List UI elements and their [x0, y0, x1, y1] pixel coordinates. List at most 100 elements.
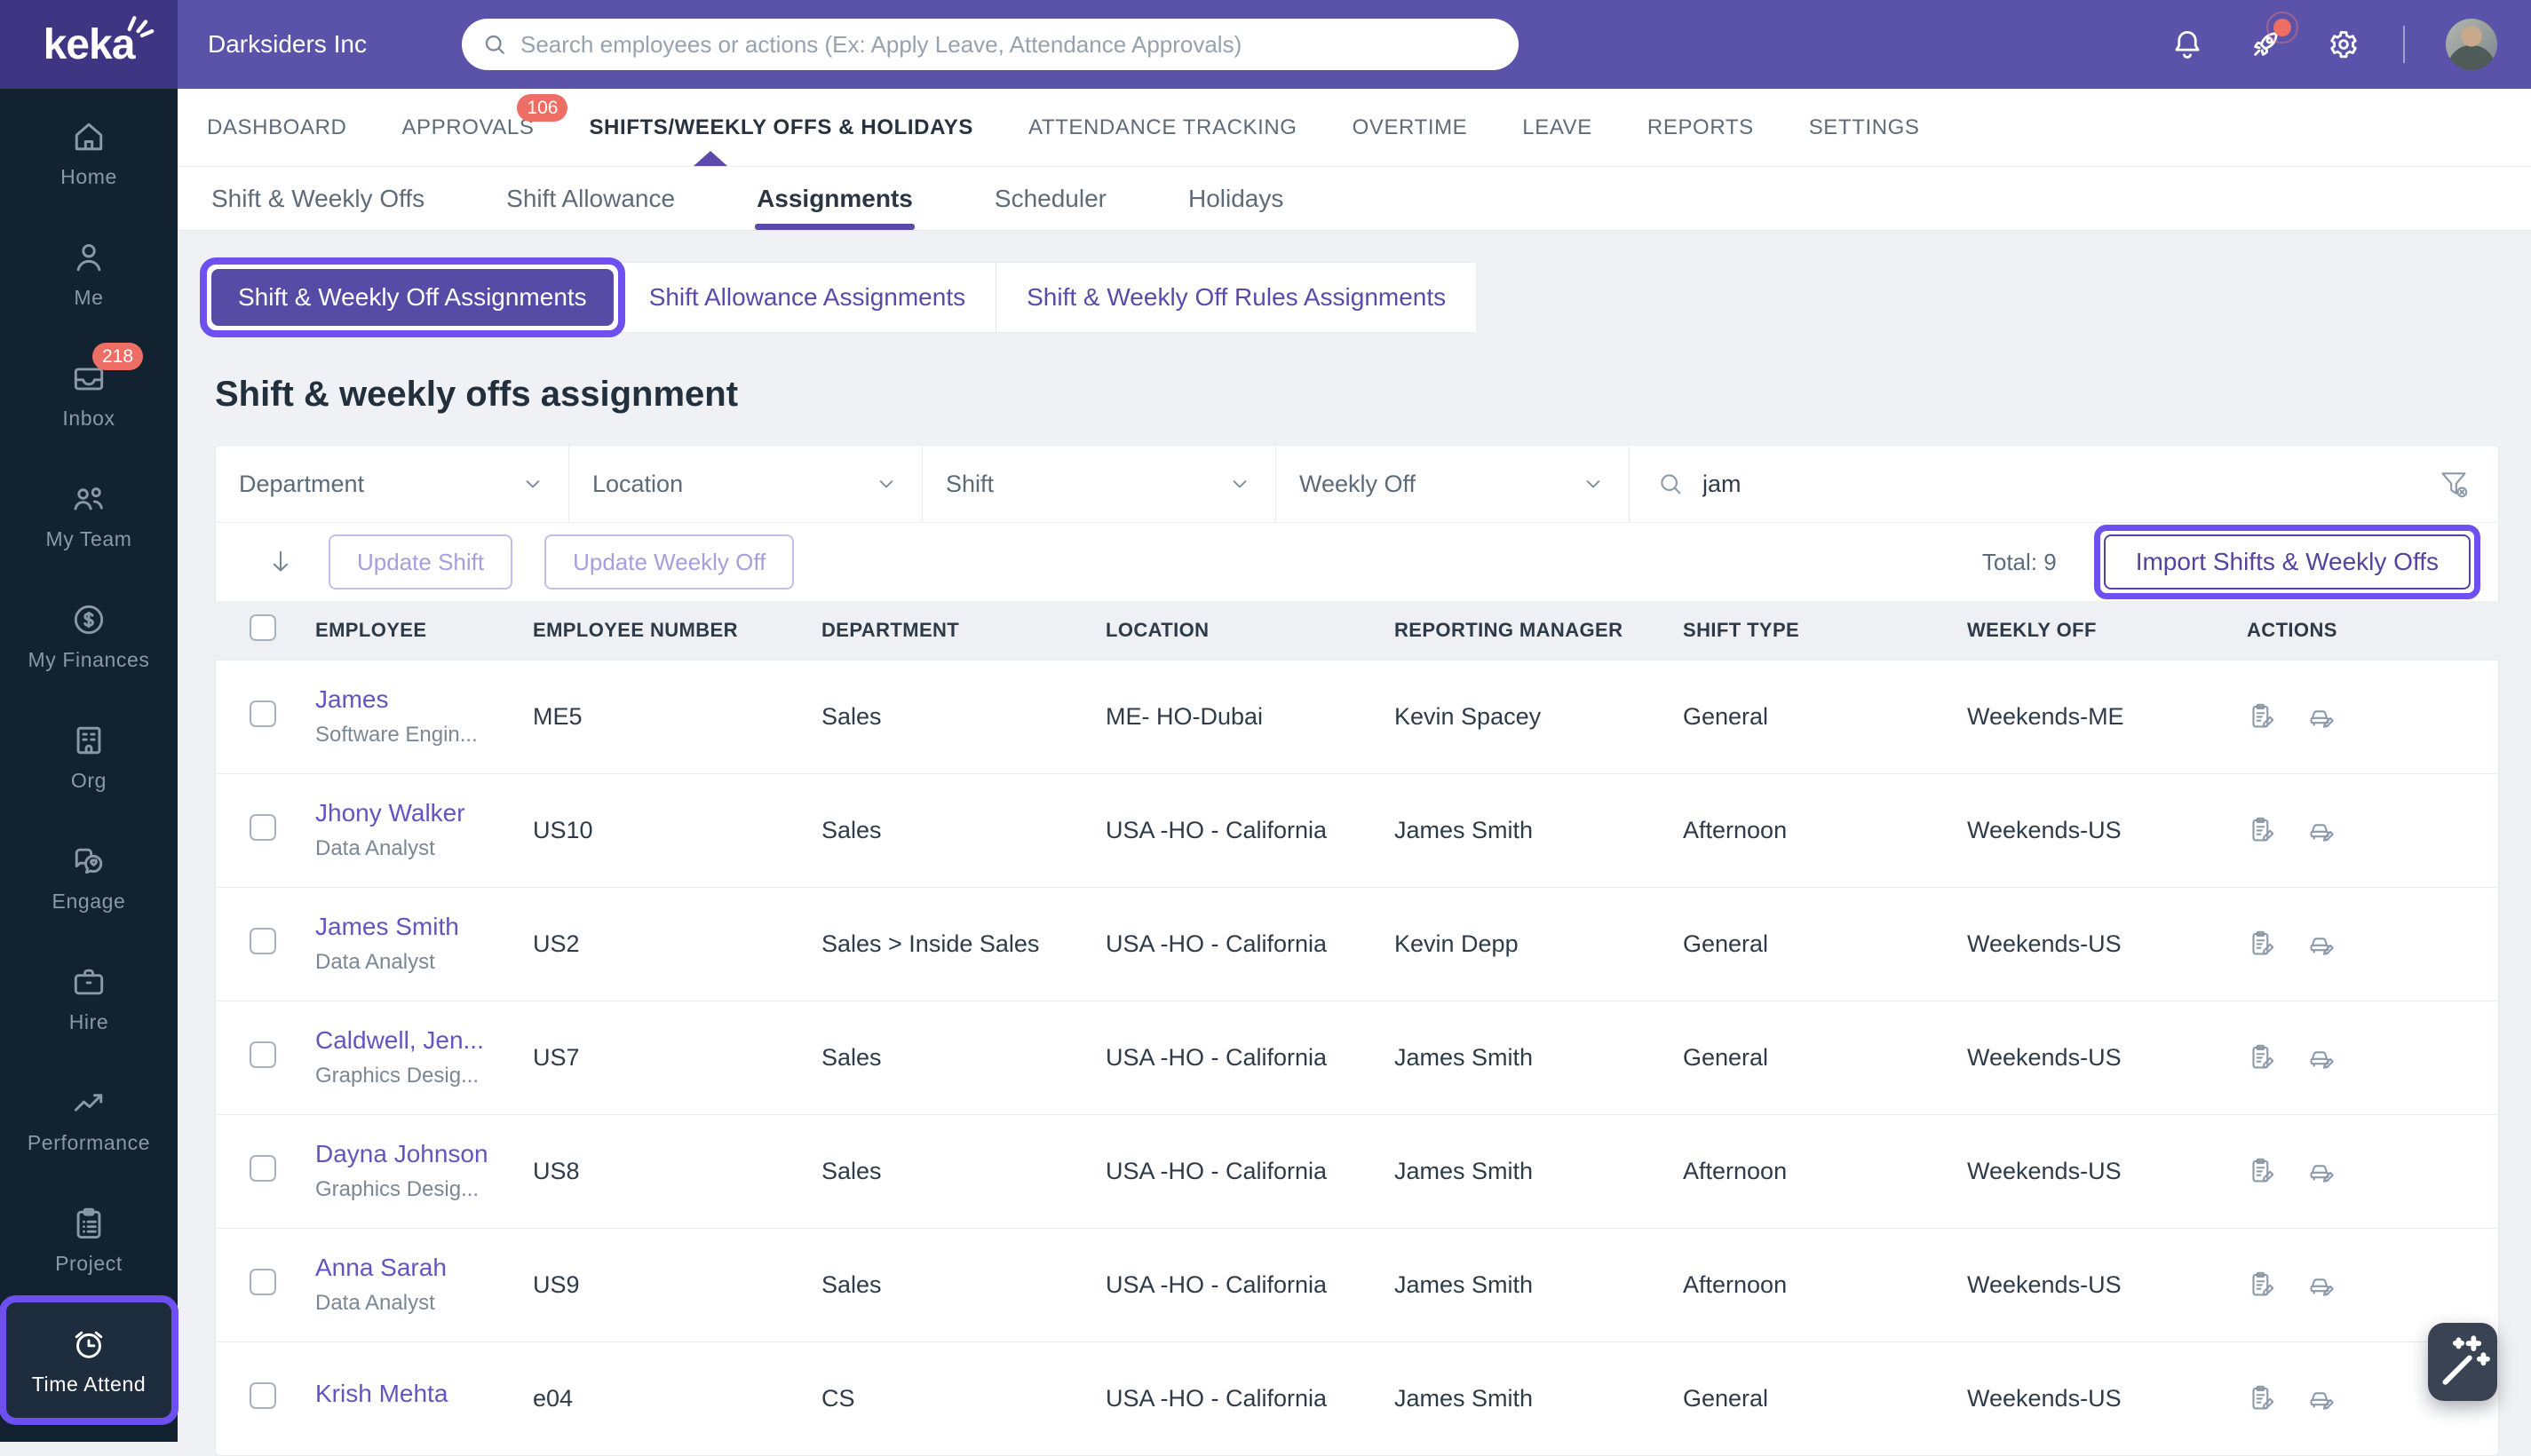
- sidebar-item-my-finances[interactable]: My Finances: [0, 575, 178, 696]
- department-cell: Sales: [800, 1114, 1084, 1228]
- row-checkbox[interactable]: [250, 1382, 276, 1409]
- row-checkbox[interactable]: [250, 700, 276, 727]
- ai-assistant-button[interactable]: [2428, 1323, 2497, 1401]
- assignments-card: Department Location Shift Weekly Off: [215, 445, 2499, 1456]
- global-search-input[interactable]: [462, 19, 1519, 70]
- sidebar-item-project[interactable]: Project: [0, 1179, 178, 1300]
- table-row: James Smith Data Analyst US2 Sales > Ins…: [216, 887, 2499, 1001]
- department-cell: Sales: [800, 1001, 1084, 1114]
- edit-shift-icon[interactable]: [2247, 1155, 2279, 1187]
- row-checkbox[interactable]: [250, 1269, 276, 1295]
- employee-name-link[interactable]: Dayna Johnson: [315, 1140, 512, 1168]
- tab-attendance-tracking[interactable]: ATTENDANCE TRACKING: [1028, 89, 1297, 166]
- sidebar-nav: Home Me 218 Inbox My Team My Finances Or…: [0, 89, 178, 1442]
- edit-weekly-off-icon[interactable]: [2305, 700, 2337, 732]
- whats-new-rocket-icon[interactable]: [2247, 26, 2284, 63]
- shift-filter-dropdown[interactable]: Shift: [923, 446, 1276, 522]
- location-filter-dropdown[interactable]: Location: [569, 446, 923, 522]
- tab-approvals[interactable]: APPROVALS106: [401, 89, 534, 166]
- sidebar-item-org[interactable]: Org: [0, 696, 178, 817]
- update-weekly-off-button[interactable]: Update Weekly Off: [544, 534, 794, 590]
- edit-weekly-off-icon[interactable]: [2305, 928, 2337, 960]
- row-checkbox[interactable]: [250, 1155, 276, 1182]
- page-title: Shift & weekly offs assignment: [215, 375, 2531, 415]
- sidebar-item-me[interactable]: Me: [0, 213, 178, 334]
- subtab-scheduler[interactable]: Scheduler: [995, 167, 1107, 230]
- row-checkbox[interactable]: [250, 814, 276, 841]
- company-name: Darksiders Inc: [208, 30, 430, 59]
- employee-name-link[interactable]: James Smith: [315, 913, 512, 941]
- user-avatar[interactable]: [2446, 19, 2497, 70]
- employee-name-link[interactable]: Caldwell, Jen...: [315, 1026, 512, 1055]
- row-checkbox[interactable]: [250, 928, 276, 954]
- tab-dashboard[interactable]: DASHBOARD: [207, 89, 346, 166]
- edit-shift-icon[interactable]: [2247, 1269, 2279, 1301]
- edit-weekly-off-icon[interactable]: [2305, 1041, 2337, 1073]
- weekly-off-filter-dropdown[interactable]: Weekly Off: [1276, 446, 1630, 522]
- app-header: keka Darksiders Inc: [0, 0, 2531, 89]
- chevron-down-icon: [1581, 471, 1606, 496]
- edit-weekly-off-icon[interactable]: [2305, 814, 2337, 846]
- edit-weekly-off-icon[interactable]: [2305, 1269, 2337, 1301]
- keka-logo[interactable]: keka: [0, 0, 178, 89]
- tab-shifts-weekly-offs-holidays[interactable]: SHIFTS/WEEKLY OFFS & HOLIDAYS: [589, 89, 973, 166]
- segment-shift-weekly-off-rules-assignments[interactable]: Shift & Weekly Off Rules Assignments: [996, 263, 1476, 332]
- sidebar-item-time-attend[interactable]: Time Attend: [4, 1300, 174, 1420]
- weekly-off-cell: Weekends-ME: [1946, 660, 2226, 773]
- notifications-bell-icon[interactable]: [2169, 26, 2206, 63]
- shift-type-cell: Afternoon: [1662, 1114, 1946, 1228]
- edit-weekly-off-icon[interactable]: [2305, 1382, 2337, 1414]
- department-filter-dropdown[interactable]: Department: [216, 446, 569, 522]
- location-cell: ME- HO-Dubai: [1084, 660, 1373, 773]
- update-shift-button[interactable]: Update Shift: [329, 534, 512, 590]
- subtab-shift-allowance[interactable]: Shift Allowance: [506, 167, 675, 230]
- edit-shift-icon[interactable]: [2247, 1382, 2279, 1414]
- column-header: EMPLOYEE NUMBER: [512, 601, 800, 660]
- subtab-holidays[interactable]: Holidays: [1188, 167, 1283, 230]
- employee-name-link[interactable]: Krish Mehta: [315, 1380, 512, 1408]
- subtab-shift-weekly-offs[interactable]: Shift & Weekly Offs: [211, 167, 424, 230]
- select-all-checkbox[interactable]: [250, 614, 276, 641]
- tab-leave[interactable]: LEAVE: [1522, 89, 1592, 166]
- user-icon: [69, 238, 108, 277]
- employee-name-link[interactable]: Jhony Walker: [315, 799, 512, 827]
- tab-settings[interactable]: SETTINGS: [1809, 89, 1920, 166]
- edit-shift-icon[interactable]: [2247, 700, 2279, 732]
- tab-overtime[interactable]: OVERTIME: [1353, 89, 1468, 166]
- sidebar-item-hire[interactable]: Hire: [0, 938, 178, 1058]
- sidebar-item-my-team[interactable]: My Team: [0, 455, 178, 575]
- edit-shift-icon[interactable]: [2247, 1041, 2279, 1073]
- sidebar-item-performance[interactable]: Performance: [0, 1058, 178, 1179]
- edit-shift-icon[interactable]: [2247, 814, 2279, 846]
- tab-reports[interactable]: REPORTS: [1647, 89, 1754, 166]
- sidebar-item-engage[interactable]: Engage: [0, 817, 178, 938]
- row-checkbox[interactable]: [250, 1041, 276, 1068]
- team-icon: [69, 479, 108, 518]
- employee-search-input[interactable]: [1702, 471, 2418, 498]
- column-header: SHIFT TYPE: [1662, 601, 1946, 660]
- search-icon: [1656, 470, 1685, 498]
- segment-shift-weekly-off-assignments[interactable]: Shift & Weekly Off Assignments: [211, 269, 614, 326]
- location-cell: USA -HO - California: [1084, 1114, 1373, 1228]
- location-cell: USA -HO - California: [1084, 1001, 1373, 1114]
- time-attend-icon: [69, 1325, 108, 1364]
- shift-type-cell: Afternoon: [1662, 773, 1946, 887]
- employee-name-link[interactable]: Anna Sarah: [315, 1254, 512, 1282]
- subtab-assignments[interactable]: Assignments: [757, 167, 913, 230]
- weekly-off-cell: Weekends-US: [1946, 1001, 2226, 1114]
- edit-weekly-off-icon[interactable]: [2305, 1155, 2337, 1187]
- header-divider: [2403, 26, 2405, 63]
- settings-gear-icon[interactable]: [2325, 26, 2362, 63]
- edit-shift-icon[interactable]: [2247, 928, 2279, 960]
- sidebar-item-home[interactable]: Home: [0, 92, 178, 213]
- module-nav: DASHBOARD APPROVALS106 SHIFTS/WEEKLY OFFS …: [178, 89, 2531, 167]
- import-shifts-weekly-offs-button[interactable]: Import Shifts & Weekly Offs: [2104, 534, 2471, 590]
- download-arrow-icon[interactable]: [265, 546, 297, 578]
- sidebar-item-inbox[interactable]: 218 Inbox: [0, 334, 178, 455]
- reporting-manager-cell: James Smith: [1373, 773, 1662, 887]
- chevron-down-icon: [1227, 471, 1252, 496]
- segment-shift-allowance-assignments[interactable]: Shift Allowance Assignments: [619, 263, 996, 332]
- employee-name-link[interactable]: James: [315, 685, 512, 714]
- performance-icon: [69, 1083, 108, 1122]
- clear-filters-icon[interactable]: [2436, 466, 2471, 502]
